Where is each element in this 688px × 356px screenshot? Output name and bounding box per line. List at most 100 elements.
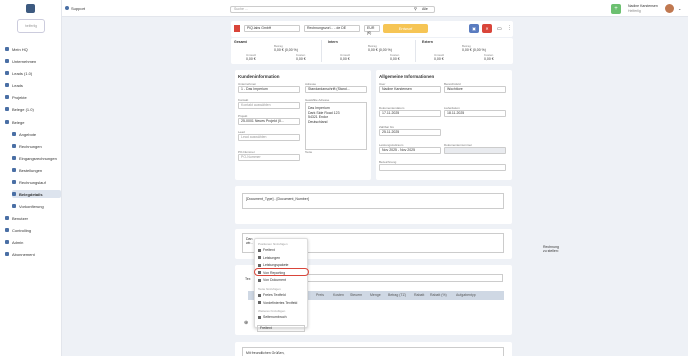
sidebar-item[interactable]: Benutzer [5,214,28,222]
sidebar-item[interactable]: Unternehmen [5,57,36,65]
sidebar-item-label: Belegdetails [19,191,43,197]
menu-item-label: Freitext [263,248,275,252]
sidebar-item[interactable]: Angebote [12,130,36,138]
text-label: Tex [245,277,251,281]
project-select[interactable]: 25-0001 Neues Projekt (0... [238,118,300,125]
lead-select[interactable]: Lead auswählen [238,134,300,141]
menu-item[interactable]: Seitenumbruch [258,315,287,319]
menu-item-label: Freies Textfeld [263,293,286,297]
doctype-select[interactable]: Rechnungsvorl... - de DE [304,25,360,32]
sidebar-item[interactable]: Rechnungen [12,142,42,150]
sidebar-item[interactable]: Abonnement [5,250,35,258]
address-select[interactable]: Standardanschrift (Stand... [305,86,367,93]
sidebar-item-label: Rechnungen [19,143,42,149]
menu-item[interactable]: Freies Textfeld [258,293,286,297]
menu-item[interactable]: Vordefiniertes Textfeld [258,301,297,305]
more-icon[interactable]: ⋮ [507,25,512,31]
menu-group-title: Weiteres hinzufügen [258,309,286,314]
sidebar-item[interactable]: Belegdetails [12,190,61,198]
support-icon[interactable] [65,6,69,10]
menu-item-icon [258,263,261,267]
search-scope[interactable]: Alle [422,7,428,11]
menu-item-icon [258,256,261,260]
company-select[interactable]: PiQ.labs GmbH [244,25,300,32]
doc-date-input[interactable]: 17.11.2025 [379,110,441,117]
app-logo[interactable] [26,4,35,13]
table-header[interactable]: Betrag (TZ) [388,293,406,297]
sidebar-item[interactable]: Eingangsrechnungen [12,154,57,162]
user-select[interactable]: Nadine Karstensen [379,86,441,93]
closing-text-editor[interactable]: Mit freundlichen Grüßen, [242,347,504,356]
sidebar-item[interactable]: Bestellungen [12,166,42,174]
chosen-address-box[interactable]: Das Imperium Dark Side Road 123 54321 Endo… [305,102,367,150]
customer-info-card: Kundeninformation Unternehmen 1 - Das Im… [235,70,371,180]
summary-intern: Intern Betrag 0,00 € (0,00 %) Umsatz 0,00 € K… [328,40,416,62]
summary-col-value: 0,00 € [390,57,400,61]
customer-select[interactable]: 1 - Das Imperium [238,86,300,93]
description-input[interactable] [379,164,506,171]
company-switcher[interactable]: helferlig [17,19,45,33]
add-button[interactable]: + [611,4,621,14]
contact-select[interactable]: Kontakt auswählen [238,102,300,109]
menu-item[interactable]: Leistungen [258,256,280,260]
currency-select[interactable]: EUR (€) [364,25,380,35]
chat-icon[interactable]: ▭ [497,26,502,32]
table-header[interactable]: Kosten [333,293,344,297]
user-info[interactable]: Nadine Karstensen Helferlig [628,4,658,14]
table-header[interactable]: Menge [370,293,381,297]
search-input[interactable]: Suche ... [230,6,435,13]
closing-text-card: Mit freundlichen Grüßen, [235,342,512,356]
summary-col-value: 0,00 € [340,57,350,61]
pdf-icon [234,25,240,32]
avatar[interactable] [665,4,674,13]
menu-item-label: Vordefiniertes Textfeld [263,300,298,305]
sidebar-item-label: Abonnement [12,251,35,257]
sidebar-item[interactable]: Admin [5,238,23,246]
add-position-icon[interactable]: ⊕ [244,320,248,326]
sidebar-item[interactable]: Belege (1.0) [5,105,34,113]
nav-icon [5,228,9,232]
menu-item-icon [258,278,261,282]
save-button[interactable]: ▣ [469,24,479,33]
sidebar-item[interactable]: Rechnungslauf [12,178,46,186]
sidebar-item-label: Unternehmen [12,58,37,64]
period-input[interactable]: Nov 2025 - Nov 2025 [379,147,441,154]
sidebar-item-label: Angebote [19,131,37,137]
sidebar-item[interactable]: Projekte [5,93,27,101]
table-header[interactable]: Preis [316,293,324,297]
table-header[interactable]: Aufgabentyp [456,293,476,297]
delivery-date-input[interactable]: 18.11.2025 [444,110,506,117]
menu-item[interactable]: Leistungspakete [258,263,289,267]
area-select[interactable]: Wochtlore [444,86,506,93]
sidebar-item-label: Leads [12,82,23,88]
nav-icon [12,180,16,184]
due-date-input[interactable]: 25.11.2025 [379,129,441,136]
summary-col-value: 0,00 € [434,57,444,61]
delete-button[interactable]: ✕ [482,24,492,33]
sidebar-item[interactable]: Controlling [5,226,31,234]
status-badge[interactable]: Entwurf [383,24,428,33]
menu-footer-select[interactable]: Freitext [257,324,305,332]
intro-tail: Rechnung zu stellen: [543,245,559,253]
table-header[interactable]: Rabatt (%) [430,293,447,297]
highlight-ring [254,268,309,276]
sidebar-item[interactable]: Vorkonfierung [12,202,44,210]
table-header[interactable]: Rabatt [414,293,424,297]
sidebar-item[interactable]: Leads [5,81,23,89]
sidebar-item[interactable]: Belege [5,118,24,126]
po-input[interactable]: PO-Nummer [238,154,300,161]
doc-title-input[interactable]: [Document_Type] - [Document_Number] [242,193,504,209]
search-icon[interactable]: ⚲ [414,6,417,11]
table-header[interactable]: Steuern [350,293,362,297]
nav-icon [5,71,9,75]
chevron-down-icon[interactable]: ⌄ [678,6,681,11]
nav-icon [5,107,9,111]
sidebar-item-label: Belege (1.0) [12,106,34,112]
summary-col-value: 0,00 € [296,57,306,61]
closing-text: Mit freundlichen Grüßen, [246,351,285,355]
sidebar-item[interactable]: Mein HQ [5,45,28,53]
menu-item[interactable]: Freitext [258,248,275,252]
sidebar-item[interactable]: Leads (1.0) [5,69,32,77]
menu-item[interactable]: Von Dokument [258,278,286,282]
nav-icon [5,95,9,99]
